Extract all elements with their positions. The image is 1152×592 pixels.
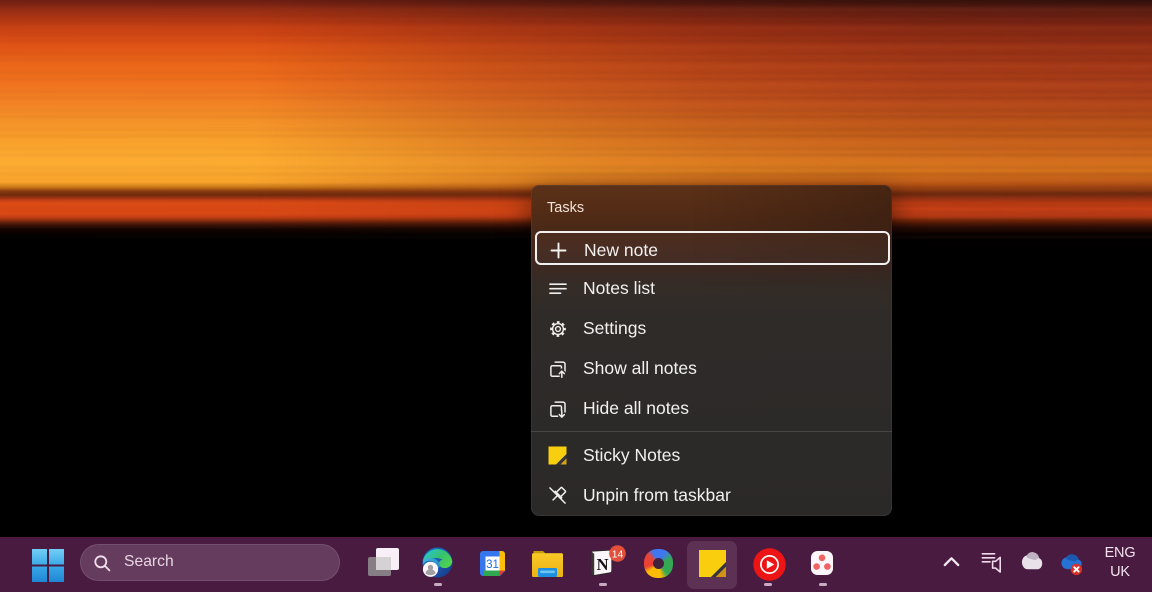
svg-text:N: N <box>597 555 609 574</box>
svg-text:31: 31 <box>486 559 499 571</box>
svg-text:14: 14 <box>611 549 623 560</box>
